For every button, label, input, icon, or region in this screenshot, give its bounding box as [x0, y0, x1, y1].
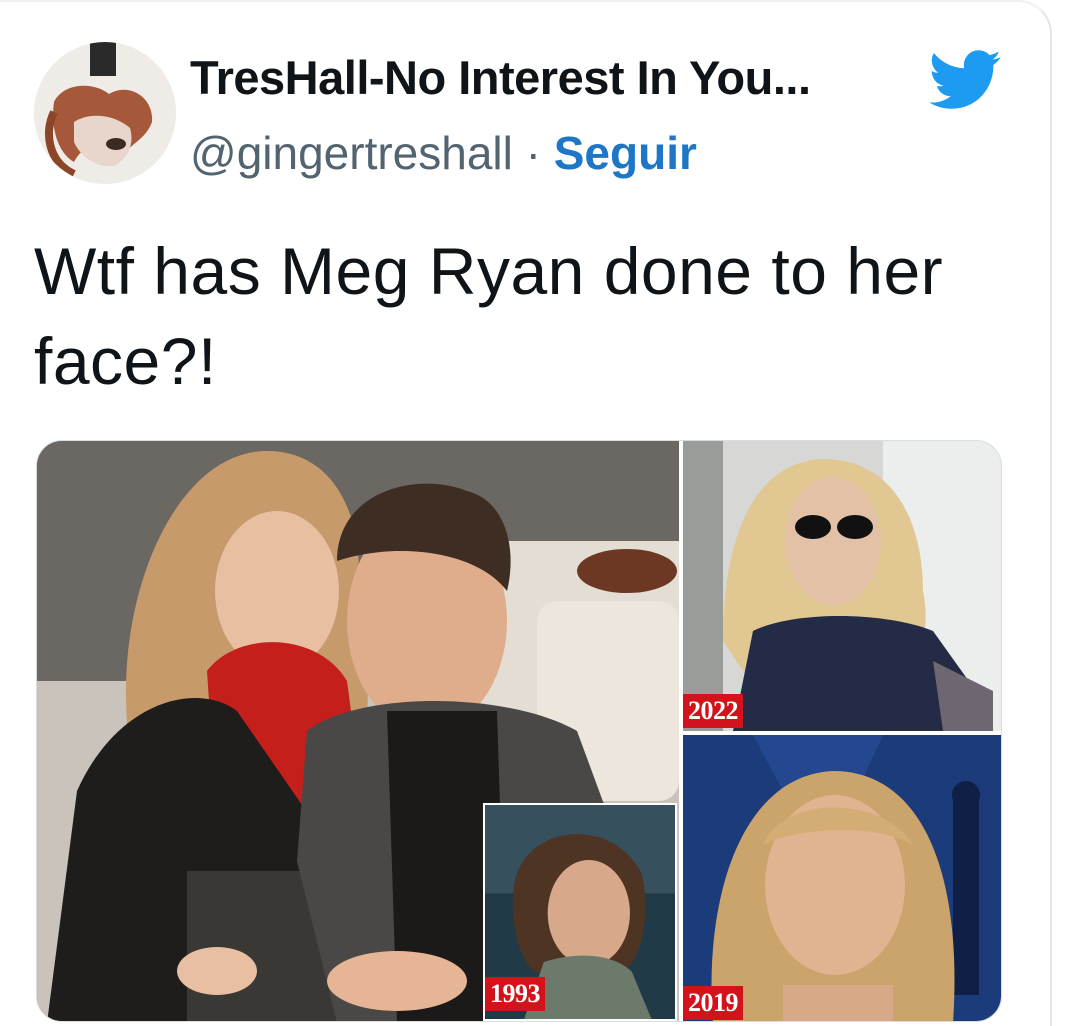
media-photo-2019[interactable]	[683, 735, 1001, 1021]
follow-button[interactable]: Seguir	[554, 127, 697, 179]
year-badge-1993: 1993	[485, 977, 545, 1011]
media-photo-2022[interactable]	[683, 441, 1001, 731]
bird-icon[interactable]	[928, 50, 1002, 110]
separator-dot: ·	[525, 127, 541, 179]
tweet-card: TresHall-No Interest In You... @gingertr…	[0, 0, 1052, 1026]
year-badge-2019: 2019	[683, 986, 743, 1020]
tweet-media[interactable]: 2022 1993 2019	[36, 440, 1002, 1022]
author-avatar[interactable]	[34, 42, 176, 184]
year-badge-2022: 2022	[683, 694, 743, 728]
tweet-text: Wtf has Meg Ryan done to her face?!	[34, 234, 944, 398]
author-handle[interactable]: @gingertreshall	[190, 127, 513, 179]
author-display-name[interactable]: TresHall-No Interest In You...	[190, 50, 811, 105]
author-handle-row: @gingertreshall · Seguir	[190, 126, 697, 180]
